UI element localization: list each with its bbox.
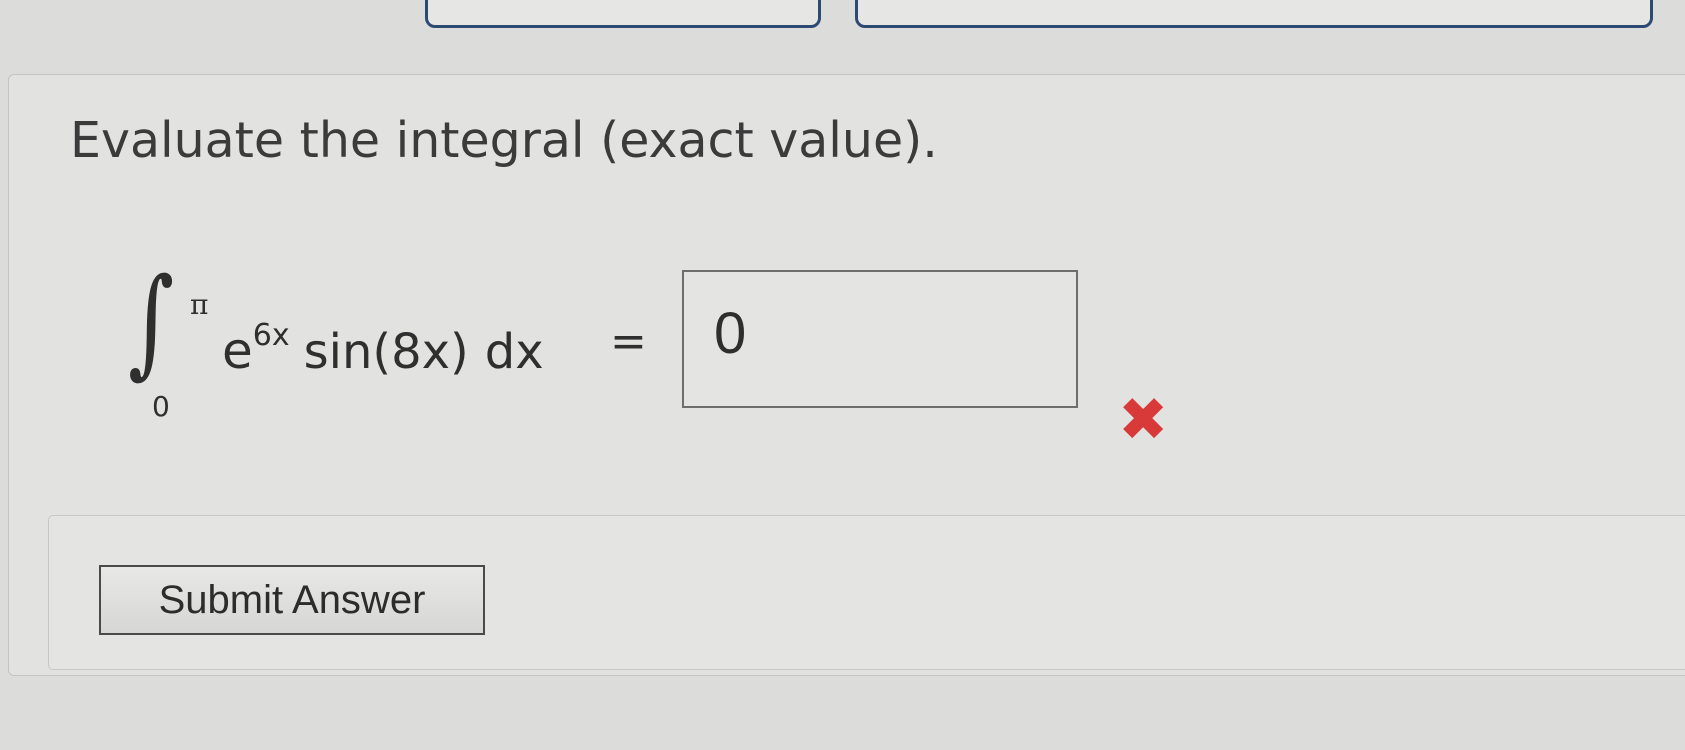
equals-sign: = (610, 316, 647, 367)
integrand-function: sin(8x) (303, 324, 469, 380)
question-prompt: Evaluate the integral (exact value). (70, 112, 938, 169)
top-nav-button-left[interactable] (425, 0, 821, 28)
integrand-differential: dx (484, 324, 544, 380)
integrand: e6x sin(8x) dx (222, 318, 544, 380)
x-mark-icon: ✖ (1118, 385, 1169, 455)
integrand-base: e (222, 322, 253, 380)
upper-limit: π (190, 288, 209, 321)
lower-limit: 0 (152, 390, 170, 423)
answer-input[interactable]: 0 (682, 270, 1078, 408)
submit-answer-button[interactable]: Submit Answer (99, 565, 485, 635)
integrand-exponent: 6x (252, 318, 290, 353)
top-nav-button-right[interactable] (855, 0, 1653, 28)
integral-sign: ∫ (128, 252, 175, 390)
